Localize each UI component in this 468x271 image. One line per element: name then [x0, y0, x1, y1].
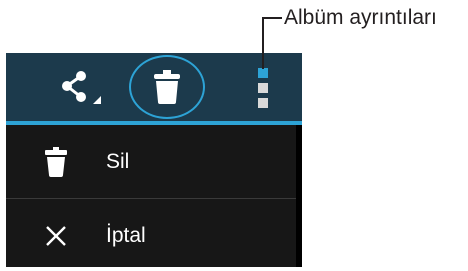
dropdown-menu-panel: Sil İptal [6, 125, 296, 267]
menu-item-sil[interactable]: Sil [6, 127, 296, 197]
dropdown-menu: Sil İptal [6, 125, 302, 267]
delete-button[interactable] [129, 55, 205, 119]
trash-icon [154, 70, 180, 104]
overflow-menu-button[interactable] [250, 66, 278, 112]
share-icon [62, 71, 101, 104]
menu-item-label: Sil [106, 150, 130, 173]
menu-item-label: İptal [106, 224, 146, 247]
menu-divider [6, 198, 296, 199]
close-icon [36, 216, 76, 256]
overflow-menu-icon [258, 68, 268, 108]
menu-item-iptal[interactable]: İptal [6, 201, 296, 271]
share-button[interactable] [57, 66, 105, 110]
callout-label: Albüm ayrıntıları [284, 6, 437, 29]
trash-icon [36, 142, 76, 182]
